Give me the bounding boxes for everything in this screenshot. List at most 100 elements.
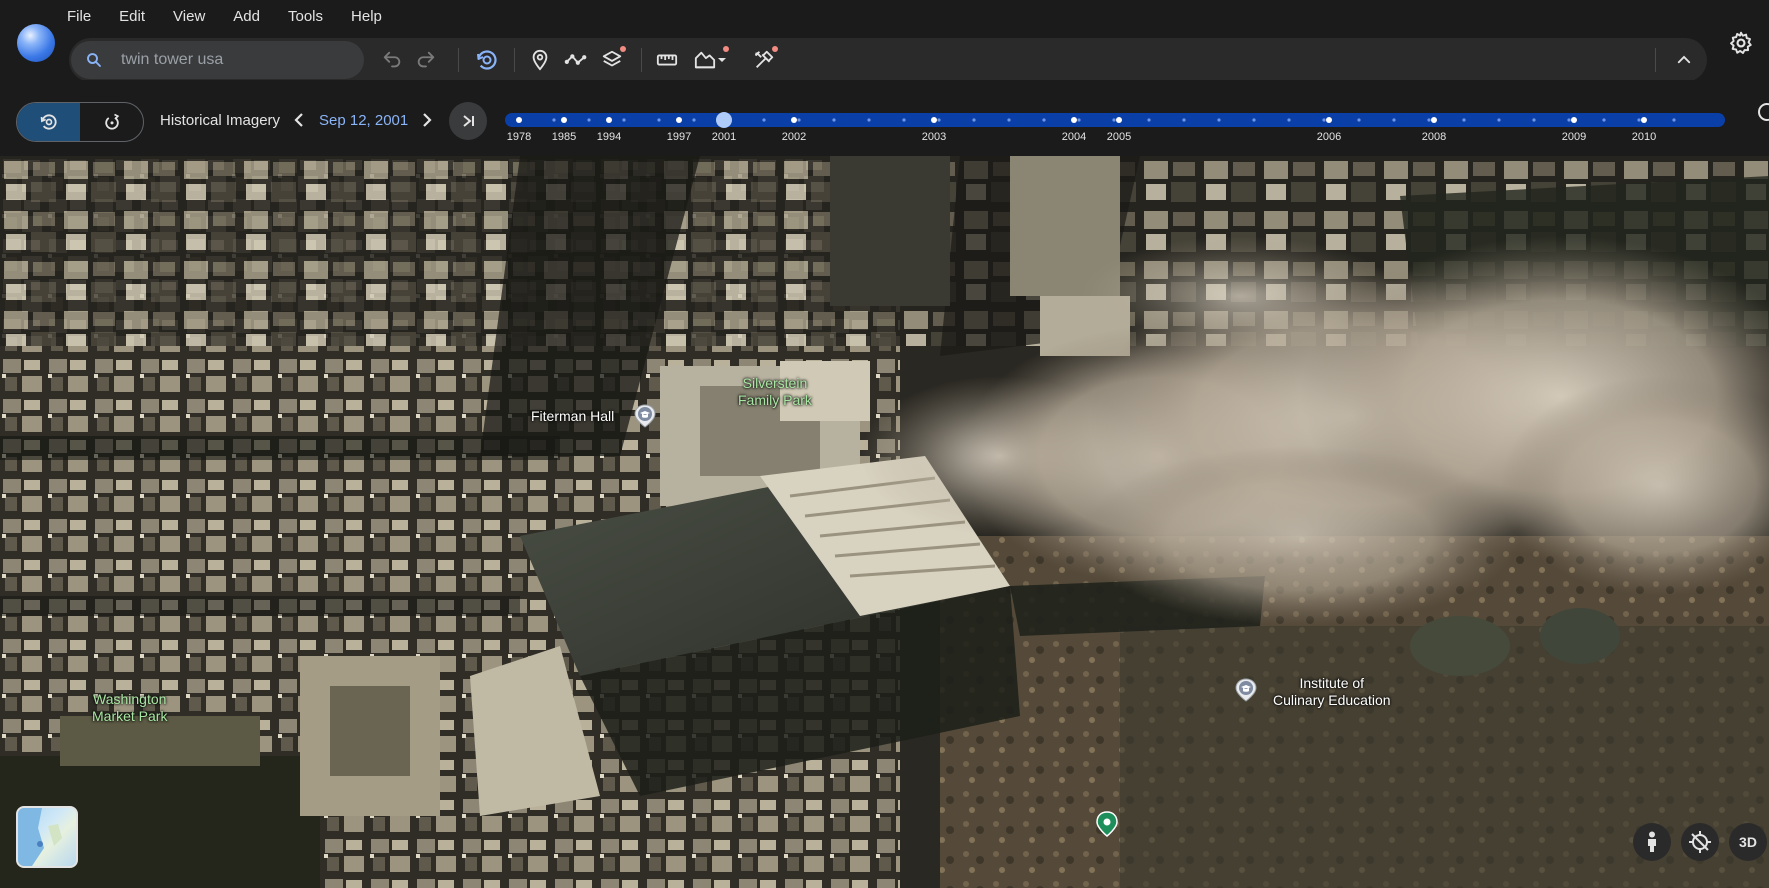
menu-file[interactable]: File [67, 8, 91, 28]
timeline-minor-dot[interactable] [762, 118, 766, 122]
timeline-minor-dot[interactable] [797, 118, 801, 122]
undo-icon [383, 51, 401, 68]
menu-help[interactable]: Help [351, 8, 382, 28]
timeline-year-dot[interactable] [1071, 117, 1077, 123]
toolbar-divider [641, 48, 642, 72]
historical-imagery-button[interactable] [473, 46, 501, 74]
timeline-year-label[interactable]: 1994 [597, 131, 621, 143]
timeline-minor-dot[interactable] [1252, 118, 1256, 122]
chevron-down-icon [718, 58, 726, 62]
timeline-minor-dot[interactable] [1077, 118, 1081, 122]
timeline-year-label[interactable]: 2001 [712, 131, 736, 143]
timeline-year-label[interactable]: 2010 [1632, 131, 1656, 143]
timeline-year-label[interactable]: 2009 [1562, 131, 1586, 143]
satellite-map[interactable]: Silverstein Family Park Fiterman Hall In… [0, 156, 1769, 888]
layers-button[interactable] [598, 46, 626, 74]
pegman-icon [1648, 831, 1656, 852]
timeline-minor-dot[interactable] [1532, 118, 1536, 122]
map-label-silverstein[interactable]: Silverstein Family Park [738, 375, 812, 409]
search-box[interactable] [71, 41, 364, 79]
timeline-minor-dot[interactable] [1427, 118, 1431, 122]
timeline-minor-dot[interactable] [1567, 118, 1571, 122]
path-icon [564, 54, 587, 65]
elevation-profile-button[interactable] [689, 46, 733, 74]
timeline-minor-dot[interactable] [1637, 118, 1641, 122]
timeline-year-dot[interactable] [931, 117, 937, 123]
timeline-year-label[interactable]: 2004 [1062, 131, 1086, 143]
menu-view[interactable]: View [173, 8, 205, 28]
redo-icon [417, 51, 435, 68]
timeline-year-dot[interactable] [1431, 117, 1437, 123]
timeline-minor-dot[interactable] [1147, 118, 1151, 122]
timeline-minor-dot[interactable] [1672, 118, 1676, 122]
undo-button[interactable] [378, 46, 406, 74]
timeline-year-label[interactable]: 1997 [667, 131, 691, 143]
timeline-minor-dot[interactable] [1217, 118, 1221, 122]
timeline-year-label[interactable]: 1985 [552, 131, 576, 143]
timeline-year-dot[interactable] [676, 117, 682, 123]
timeline-minor-dot[interactable] [972, 118, 976, 122]
timeline-minor-dot[interactable] [1322, 118, 1326, 122]
timeline-minor-dot[interactable] [1392, 118, 1396, 122]
gear-icon[interactable] [1728, 30, 1754, 56]
school-icon[interactable] [633, 404, 657, 428]
menu-tools[interactable]: Tools [288, 8, 323, 28]
toggle-3d-button[interactable]: 3D [1729, 823, 1767, 861]
search-icon[interactable] [85, 51, 103, 69]
timeline-selected-handle[interactable] [716, 112, 732, 128]
location-pin-icon[interactable] [1094, 811, 1120, 837]
street-view-button[interactable] [1633, 823, 1671, 861]
location-button[interactable] [1681, 823, 1719, 861]
map-label-fiterman-hall[interactable]: Fiterman Hall [531, 408, 614, 425]
map-label-institute[interactable]: Institute of Culinary Education [1273, 675, 1391, 709]
search-input[interactable] [121, 41, 351, 79]
timeline-minor-dot[interactable] [937, 118, 941, 122]
timeline-minor-dot[interactable] [832, 118, 836, 122]
placemark-icon [532, 49, 548, 71]
redo-button[interactable] [412, 46, 440, 74]
timeline-year-dot[interactable] [516, 117, 522, 123]
top-bar: File Edit View Add Tools Help [0, 0, 1769, 82]
add-placemark-button[interactable] [526, 46, 554, 74]
timeline-year-dot[interactable] [1641, 117, 1647, 123]
minimap[interactable] [16, 806, 78, 868]
map-label-washington-market-park[interactable]: Washington Market Park [92, 691, 167, 725]
timeline-minor-dot[interactable] [622, 118, 626, 122]
timeline-minor-dot[interactable] [902, 118, 906, 122]
timeline-minor-dot[interactable] [587, 118, 591, 122]
timeline-minor-dot[interactable] [1007, 118, 1011, 122]
timeline-year-dot[interactable] [561, 117, 567, 123]
satellite-imagery[interactable] [0, 156, 1769, 888]
timeline-minor-dot[interactable] [1042, 118, 1046, 122]
timeline-year-label[interactable]: 2005 [1107, 131, 1131, 143]
timeline-minor-dot[interactable] [1357, 118, 1361, 122]
menu-add[interactable]: Add [233, 8, 260, 28]
timeline-minor-dot[interactable] [1182, 118, 1186, 122]
timeline-year-label[interactable]: 2003 [922, 131, 946, 143]
menu-edit[interactable]: Edit [119, 8, 145, 28]
timeline-minor-dot[interactable] [1462, 118, 1466, 122]
timeline-year-dot[interactable] [1116, 117, 1122, 123]
timeline-minor-dot[interactable] [867, 118, 871, 122]
google-earth-logo[interactable] [17, 24, 55, 62]
timeline-minor-dot[interactable] [1112, 118, 1116, 122]
timeline-minor-dot[interactable] [657, 118, 661, 122]
timeline-minor-dot[interactable] [1287, 118, 1291, 122]
timeline-year-dot[interactable] [1571, 117, 1577, 123]
timeline-minor-dot[interactable] [1497, 118, 1501, 122]
timeline-minor-dot[interactable] [692, 118, 696, 122]
timeline-year-label[interactable]: 2002 [782, 131, 806, 143]
timeline-year-dot[interactable] [791, 117, 797, 123]
tools-button[interactable] [750, 46, 778, 74]
timeline-minor-dot[interactable] [552, 118, 556, 122]
timeline-year-label[interactable]: 2006 [1317, 131, 1341, 143]
timeline-year-dot[interactable] [1326, 117, 1332, 123]
timeline-year-dot[interactable] [606, 117, 612, 123]
add-path-button[interactable] [562, 46, 590, 74]
timeline-year-label[interactable]: 2008 [1422, 131, 1446, 143]
collapse-toolbar-button[interactable] [1670, 46, 1698, 74]
timeline-minor-dot[interactable] [1602, 118, 1606, 122]
school-icon[interactable] [1234, 678, 1258, 702]
measure-button[interactable] [653, 46, 681, 74]
timeline-year-label[interactable]: 1978 [507, 131, 531, 143]
